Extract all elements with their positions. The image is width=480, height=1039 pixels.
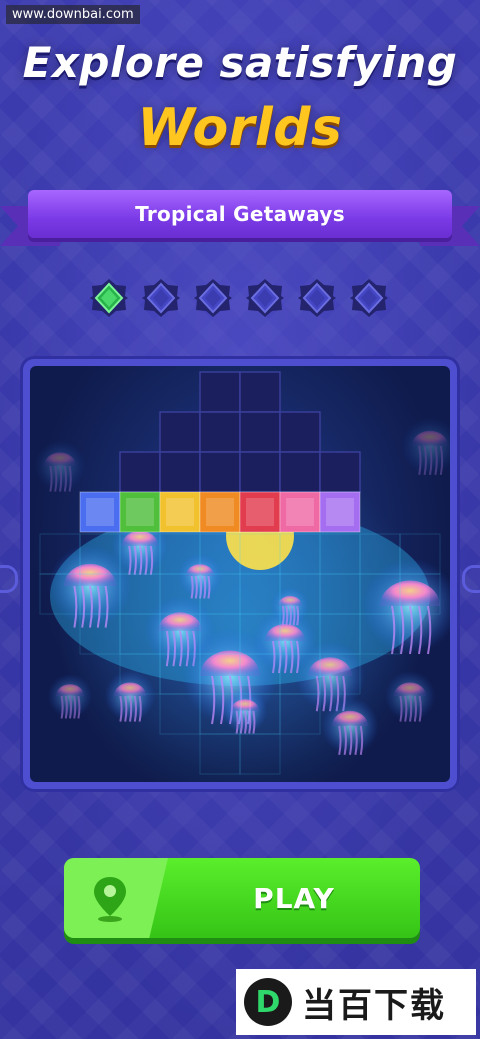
grid-cell xyxy=(279,411,321,453)
grid-cell xyxy=(239,411,281,453)
jellyfish xyxy=(270,586,310,626)
jellyfish xyxy=(384,670,436,722)
puzzle-block xyxy=(239,491,281,533)
grid-cell xyxy=(119,451,161,493)
jellyfish xyxy=(34,440,86,492)
puzzle-block xyxy=(199,491,241,533)
puzzle-block xyxy=(319,491,361,533)
grid-cell xyxy=(239,451,281,493)
world-banner: Tropical Getaways xyxy=(0,180,480,264)
grid-cell xyxy=(199,451,241,493)
world-progress-indicator xyxy=(88,277,390,319)
puzzle-block xyxy=(279,491,321,533)
grid-cell xyxy=(239,371,281,413)
map-pin-icon xyxy=(94,877,126,922)
grid-cell xyxy=(319,451,361,493)
headline-line-2: Worlds xyxy=(137,98,343,158)
puzzle-block xyxy=(79,491,121,533)
grid-cell xyxy=(159,451,201,493)
brand-logo-icon: D xyxy=(244,978,292,1026)
play-button-label: PLAY xyxy=(253,881,335,915)
site-watermark: www.downbai.com xyxy=(6,5,140,24)
grid-cell xyxy=(239,733,281,775)
grid-cell xyxy=(159,411,201,453)
frame-notch-right xyxy=(462,565,480,593)
brand-watermark: D 当百下载 xyxy=(236,969,476,1035)
banner-title: Tropical Getaways xyxy=(28,190,452,238)
jellyfish xyxy=(47,673,93,719)
puzzle-preview xyxy=(30,366,450,782)
headline-line-1: Explore satisfying xyxy=(22,38,458,87)
progress-gem-locked-icon xyxy=(140,277,182,319)
grid-cell xyxy=(199,371,241,413)
puzzle-block xyxy=(159,491,201,533)
grid-cell xyxy=(199,733,241,775)
brand-logo-letter: D xyxy=(256,985,281,1020)
progress-gem-locked-icon xyxy=(244,277,286,319)
grid-cell xyxy=(279,451,321,493)
progress-gem-locked-icon xyxy=(192,277,234,319)
grid-cell xyxy=(199,411,241,453)
progress-gem-locked-icon xyxy=(348,277,390,319)
play-button[interactable]: PLAY xyxy=(64,858,420,938)
brand-text: 当百下载 xyxy=(302,985,446,1026)
jellyfish xyxy=(401,417,450,475)
jellyfish xyxy=(104,670,156,722)
progress-gem-completed-icon xyxy=(88,277,130,319)
puzzle-board xyxy=(34,371,450,775)
progress-gem-locked-icon xyxy=(296,277,338,319)
jellyfish xyxy=(321,697,379,755)
jellyfish xyxy=(222,688,268,734)
puzzle-block xyxy=(119,491,161,533)
